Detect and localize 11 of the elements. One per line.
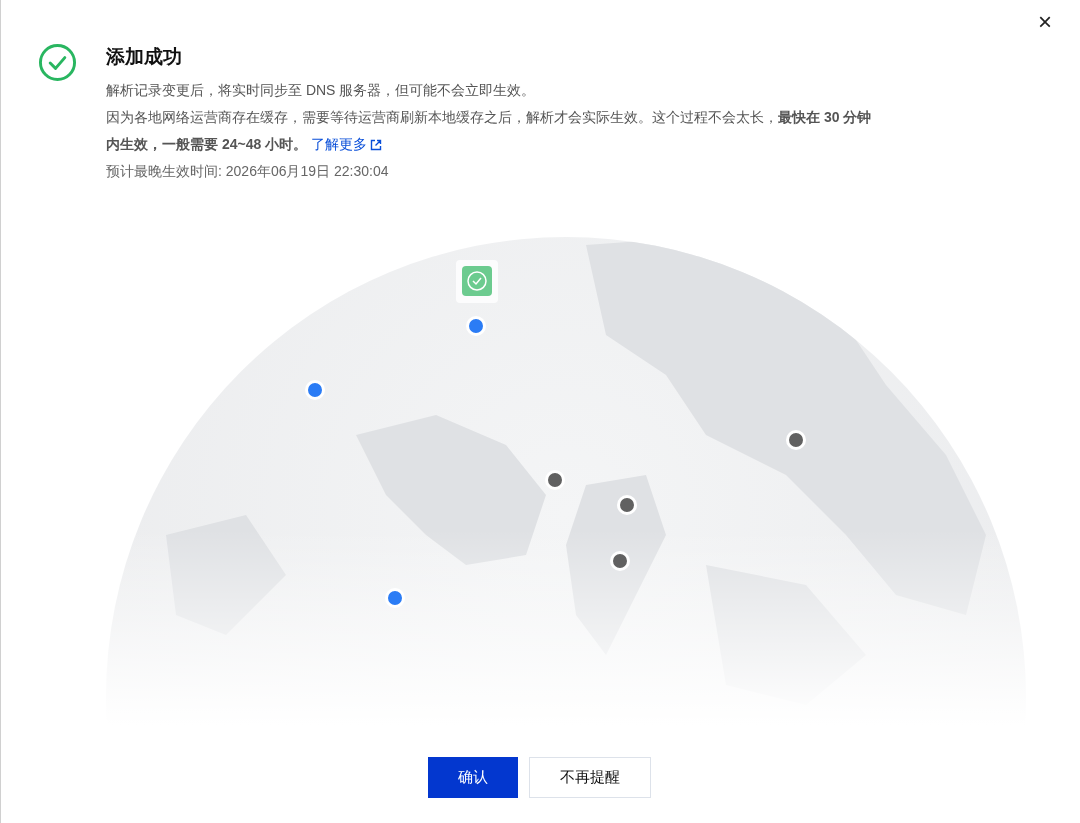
external-link-icon	[370, 138, 383, 151]
description-text: 解析记录变更后，将实时同步至 DNS 服务器，但可能不会立即生效。	[106, 81, 537, 100]
dismiss-button[interactable]: 不再提醒	[529, 757, 651, 798]
dialog-title: 添加成功	[106, 45, 183, 69]
eta-text: 预计最晚生效时间: 2026年06月19日 22:30:04	[106, 162, 390, 181]
cache-notice-text: 因为各地网络运营商存在缓存，需要等待运营商刷新本地缓存之后，解析才会实际生效。这个过程不会太长，最快在 30 分钟内生效，一般需要 24~48 小时。 了解更多	[106, 104, 881, 158]
success-check-icon	[38, 43, 77, 82]
learn-more-link[interactable]: 了解更多	[311, 131, 383, 158]
check-marker-icon	[456, 260, 498, 303]
confirm-button[interactable]: 确认	[428, 757, 518, 798]
close-button[interactable]: ×	[1038, 10, 1052, 34]
